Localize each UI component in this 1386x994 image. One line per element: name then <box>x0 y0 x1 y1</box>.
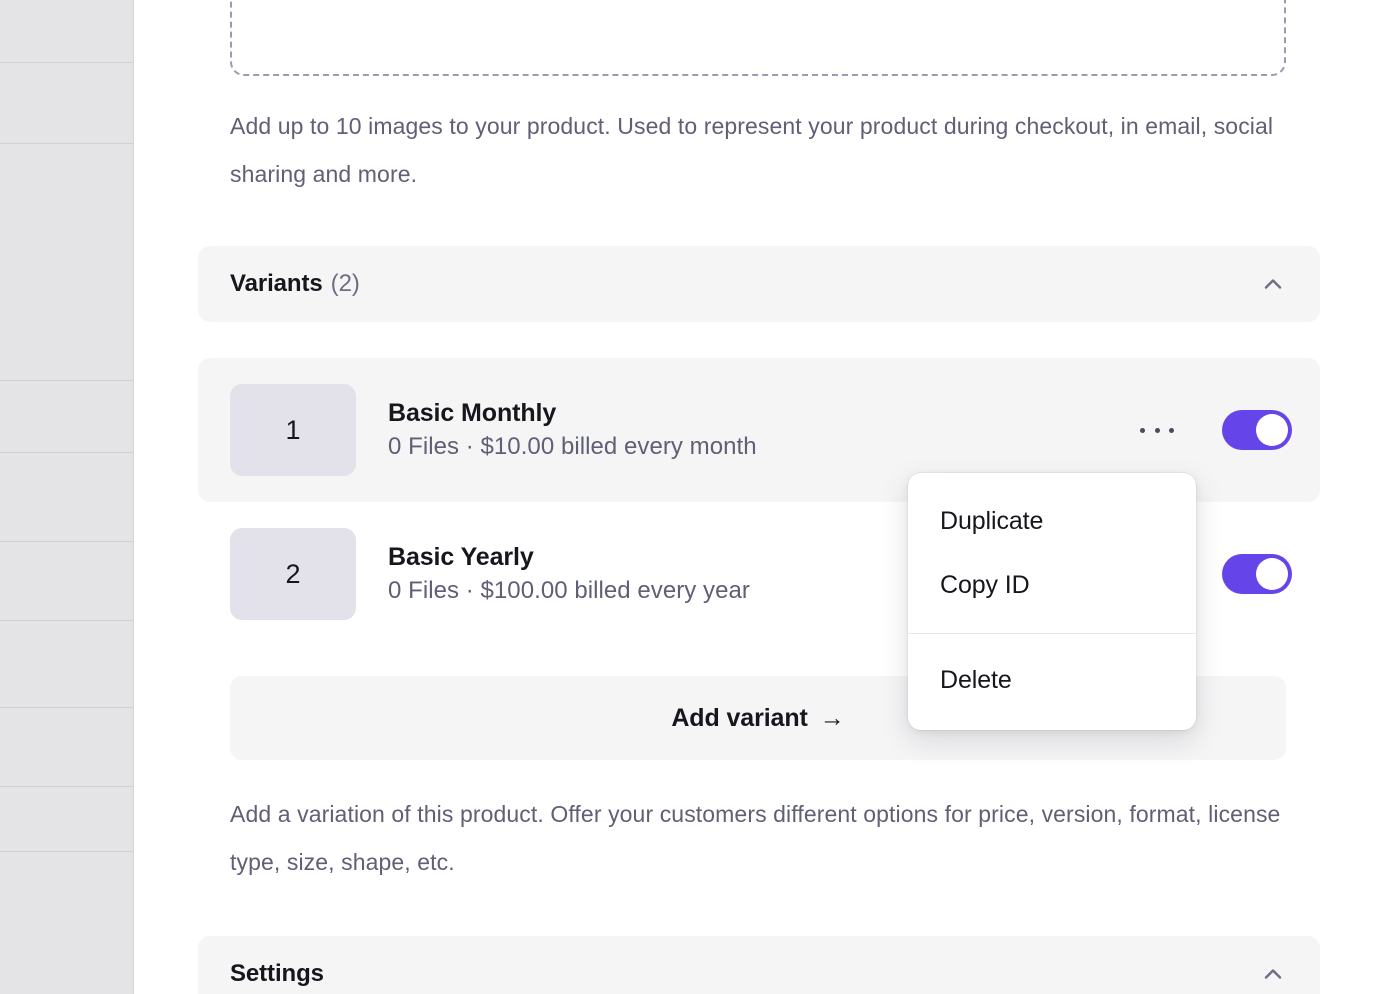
sidebar-divider <box>0 452 134 453</box>
variant-info: Basic Yearly 0 Files · $100.00 billed ev… <box>388 543 750 605</box>
chevron-up-icon[interactable] <box>1260 961 1286 987</box>
sidebar-divider <box>0 541 134 542</box>
variants-count: (2) <box>330 270 360 297</box>
menu-divider <box>908 633 1196 634</box>
main-content: Add up to 10 images to your product. Use… <box>134 0 1386 994</box>
menu-item-delete[interactable]: Delete <box>908 648 1196 712</box>
variant-name: Basic Monthly <box>388 399 557 427</box>
left-sidebar <box>0 0 134 994</box>
variant-context-menu: Duplicate Copy ID Delete <box>908 473 1196 730</box>
toggle-knob <box>1256 414 1288 446</box>
variant-index-badge: 2 <box>230 528 356 620</box>
variants-helper-text: Add a variation of this product. Offer y… <box>230 801 1281 875</box>
arrow-right-icon: → <box>819 703 845 732</box>
variant-info: Basic Monthly 0 Files · $10.00 billed ev… <box>388 399 757 461</box>
variants-section-header[interactable]: Variants (2) <box>198 246 1320 322</box>
sidebar-divider <box>0 707 134 708</box>
image-dropzone[interactable] <box>230 0 1286 76</box>
sidebar-divider <box>0 851 134 852</box>
menu-item-duplicate[interactable]: Duplicate <box>908 489 1196 553</box>
chevron-up-icon[interactable] <box>1260 271 1286 297</box>
variant-index-value: 2 <box>285 558 301 589</box>
settings-section-title: Settings <box>230 960 324 987</box>
toggle-knob <box>1256 558 1288 590</box>
variant-index-value: 1 <box>285 414 301 445</box>
menu-item-copy-id[interactable]: Copy ID <box>908 553 1196 617</box>
variant-name: Basic Yearly <box>388 543 534 571</box>
sidebar-divider <box>0 62 134 63</box>
variant-meta: 0 Files · $10.00 billed every month <box>388 433 757 460</box>
variant-meta: 0 Files · $100.00 billed every year <box>388 577 750 604</box>
sidebar-divider <box>0 143 134 144</box>
sidebar-divider <box>0 786 134 787</box>
variant-enabled-toggle[interactable] <box>1222 410 1292 450</box>
product-editor-screen: Add up to 10 images to your product. Use… <box>0 0 1386 994</box>
images-helper-text: Add up to 10 images to your product. Use… <box>230 113 1274 187</box>
sidebar-divider <box>0 380 134 381</box>
more-options-icon[interactable] <box>1140 418 1174 442</box>
variants-section-title: Variants <box>230 270 323 297</box>
sidebar-divider <box>0 620 134 621</box>
variant-row-actions <box>1140 410 1292 450</box>
variant-index-badge: 1 <box>230 384 356 476</box>
add-variant-label: Add variant <box>671 703 808 732</box>
variant-enabled-toggle[interactable] <box>1222 554 1292 594</box>
settings-section-header[interactable]: Settings <box>198 936 1320 994</box>
